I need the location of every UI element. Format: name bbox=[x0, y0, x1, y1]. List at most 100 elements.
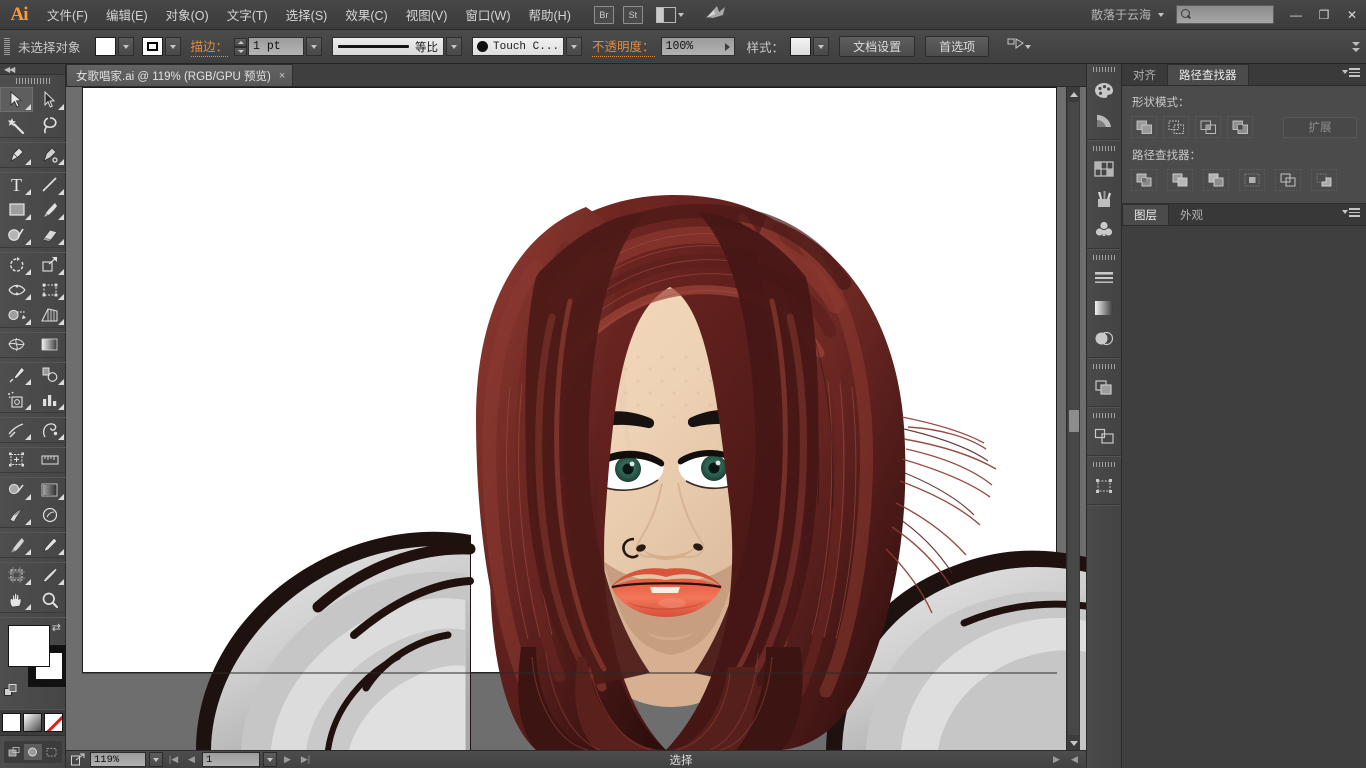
previous-artboard-button[interactable]: ◀ bbox=[184, 752, 199, 767]
graphic-style-swatch[interactable] bbox=[790, 37, 811, 56]
none-button[interactable] bbox=[44, 713, 63, 732]
mesh-tool[interactable] bbox=[0, 332, 33, 357]
artboard-dropdown-button[interactable] bbox=[263, 752, 277, 767]
unite-button[interactable] bbox=[1131, 116, 1157, 138]
hscroll-left-icon[interactable]: ◀ bbox=[1067, 752, 1082, 767]
align-flyout-icon[interactable] bbox=[1007, 37, 1025, 56]
opacity-input[interactable]: 100% bbox=[661, 37, 735, 56]
shaper-tool[interactable] bbox=[0, 222, 33, 247]
style-dropdown-button[interactable] bbox=[813, 37, 829, 56]
transparency-panel-icon[interactable] bbox=[1087, 323, 1121, 353]
scroll-down-icon[interactable] bbox=[1067, 736, 1081, 750]
intersect-button[interactable] bbox=[1195, 116, 1221, 138]
dock-grip[interactable] bbox=[1087, 252, 1121, 263]
menu-edit[interactable]: 编辑(E) bbox=[97, 0, 157, 30]
curvature-tool[interactable] bbox=[33, 142, 66, 167]
trim-button[interactable] bbox=[1167, 169, 1193, 191]
gradient-mesh-wrinkle-tool[interactable] bbox=[0, 502, 33, 527]
control-bar-more-icon[interactable] bbox=[1352, 42, 1360, 52]
vscroll-thumb[interactable] bbox=[1069, 410, 1079, 432]
scale-tool[interactable] bbox=[33, 252, 66, 277]
outline-button[interactable] bbox=[1275, 169, 1301, 191]
swap-fill-stroke-icon[interactable]: ⇄ bbox=[52, 621, 61, 634]
live-paint-bucket-tool[interactable] bbox=[0, 477, 33, 502]
merge-button[interactable] bbox=[1203, 169, 1229, 191]
search-input[interactable] bbox=[1176, 5, 1274, 24]
workspace-switcher-label[interactable]: 散落于云海 bbox=[1091, 6, 1158, 23]
artboard-tool[interactable] bbox=[0, 447, 33, 472]
fill-color-swatch[interactable] bbox=[95, 37, 116, 56]
pencil-tool[interactable] bbox=[33, 532, 66, 557]
control-bar-grip[interactable] bbox=[4, 38, 10, 56]
paintbrush-tool[interactable] bbox=[33, 197, 66, 222]
image-trace-tool[interactable] bbox=[33, 477, 66, 502]
align-panel-icon[interactable] bbox=[1087, 421, 1121, 451]
symbols-panel-icon[interactable] bbox=[1087, 214, 1121, 244]
shape-builder-tool[interactable] bbox=[0, 302, 33, 327]
workspace-chevron-down-icon[interactable] bbox=[1158, 13, 1164, 17]
divide-button[interactable] bbox=[1131, 169, 1157, 191]
swoosh-icon[interactable] bbox=[705, 4, 727, 25]
dock-grip[interactable] bbox=[1087, 410, 1121, 421]
menu-window[interactable]: 窗口(W) bbox=[456, 0, 519, 30]
zoom-tool[interactable] bbox=[33, 587, 66, 612]
blend-tool[interactable] bbox=[33, 362, 66, 387]
last-artboard-button[interactable]: ▶| bbox=[298, 752, 313, 767]
canvas-vertical-scrollbar[interactable] bbox=[1066, 87, 1080, 750]
direct-selection-tool[interactable] bbox=[33, 87, 66, 112]
rectangle-tool[interactable] bbox=[0, 197, 33, 222]
pathfinder-panel-menu-button[interactable] bbox=[1342, 68, 1360, 77]
stroke-color-swatch[interactable] bbox=[142, 37, 163, 56]
stroke-dropdown-button[interactable] bbox=[165, 37, 181, 56]
menu-view[interactable]: 视图(V) bbox=[397, 0, 457, 30]
default-fill-stroke-icon[interactable] bbox=[4, 684, 18, 703]
color-button[interactable] bbox=[2, 713, 21, 732]
tab-align[interactable]: 对齐 bbox=[1122, 64, 1167, 85]
symbol-sprayer-tool[interactable] bbox=[0, 387, 33, 412]
measure-tool[interactable] bbox=[33, 447, 66, 472]
crop-button[interactable] bbox=[1239, 169, 1265, 191]
tab-pathfinder[interactable]: 路径查找器 bbox=[1167, 64, 1249, 85]
swatches-panel-icon[interactable] bbox=[1087, 154, 1121, 184]
color-guide-icon[interactable] bbox=[1087, 105, 1121, 135]
close-icon[interactable]: × bbox=[279, 70, 285, 82]
tools-panel-grip[interactable] bbox=[0, 75, 65, 87]
dock-grip[interactable] bbox=[1087, 143, 1121, 154]
opacity-label[interactable]: 不透明度： bbox=[592, 36, 655, 57]
stock-icon[interactable]: St bbox=[623, 6, 643, 24]
first-artboard-button[interactable]: |◀ bbox=[166, 752, 181, 767]
hand-tool[interactable] bbox=[0, 587, 33, 612]
menu-select[interactable]: 选择(S) bbox=[277, 0, 337, 30]
blob-brush-tool[interactable] bbox=[0, 532, 33, 557]
layers-panel-menu-button[interactable] bbox=[1342, 208, 1360, 217]
lasso-tool[interactable] bbox=[33, 112, 66, 137]
width-tool[interactable] bbox=[0, 277, 33, 302]
menu-object[interactable]: 对象(O) bbox=[157, 0, 218, 30]
gradient-panel-icon[interactable] bbox=[1087, 293, 1121, 323]
restore-button[interactable]: ❐ bbox=[1310, 1, 1338, 29]
draw-behind-icon[interactable] bbox=[24, 744, 41, 760]
line-segment-tool[interactable] bbox=[33, 172, 66, 197]
brush-dropdown-button[interactable] bbox=[566, 37, 582, 56]
eyedropper-tool[interactable] bbox=[0, 362, 33, 387]
pen-tool[interactable] bbox=[0, 142, 33, 167]
gradient-tool[interactable] bbox=[33, 332, 66, 357]
puppet-warp-tool[interactable] bbox=[33, 417, 66, 442]
preferences-button[interactable]: 首选项 bbox=[925, 36, 989, 57]
tools-panel-collapse-button[interactable]: ◀◀ bbox=[0, 64, 65, 75]
crop-image-tool[interactable] bbox=[0, 562, 33, 587]
minimize-button[interactable]: — bbox=[1282, 1, 1310, 29]
knife-tool[interactable] bbox=[33, 562, 66, 587]
zoom-marquee-tool[interactable] bbox=[33, 502, 66, 527]
stroke-weight-label[interactable]: 描边： bbox=[191, 36, 229, 57]
expand-button[interactable]: 扩展 bbox=[1283, 117, 1357, 138]
dock-grip[interactable] bbox=[1087, 361, 1121, 372]
slice-tool[interactable] bbox=[0, 417, 33, 442]
brush-definition-select[interactable]: Touch C... bbox=[472, 37, 564, 56]
dock-grip[interactable] bbox=[1087, 459, 1121, 470]
stroke-weight-stepper[interactable] bbox=[234, 38, 247, 56]
scroll-up-icon[interactable] bbox=[1067, 87, 1081, 101]
artwork-vector-portrait[interactable] bbox=[66, 87, 1086, 750]
free-transform-tool[interactable] bbox=[33, 277, 66, 302]
tab-appearance[interactable]: 外观 bbox=[1169, 204, 1214, 225]
